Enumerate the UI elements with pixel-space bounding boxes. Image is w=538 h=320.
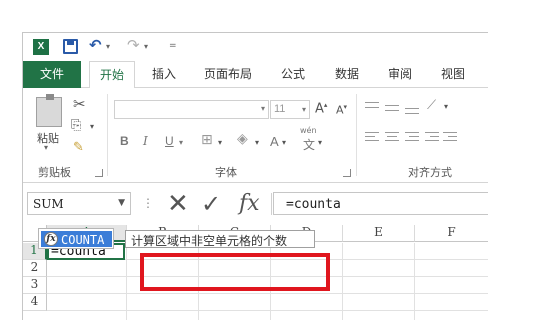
tab-page-layout[interactable]: 页面布局 (195, 61, 261, 88)
cut-icon[interactable]: ✂ (73, 95, 86, 113)
align-top-icon[interactable] (365, 102, 379, 114)
font-group-label: 字体 (215, 167, 237, 179)
tab-review[interactable]: 审阅 (380, 61, 420, 88)
align-middle-icon[interactable] (385, 102, 399, 114)
chevron-down-icon: ▼ (118, 198, 125, 208)
save-icon[interactable] (63, 39, 78, 54)
gridline (47, 310, 488, 311)
decrease-indent-icon[interactable] (425, 132, 439, 144)
align-center-icon[interactable] (385, 132, 399, 144)
align-right-icon[interactable] (405, 132, 419, 144)
undo-dropdown-icon[interactable]: ▾ (106, 42, 110, 51)
redo-icon[interactable]: ↷ (127, 36, 140, 54)
ribbon-tab-bar: 文件 开始 插入 页面布局 公式 数据 审阅 视图 (23, 61, 488, 89)
copy-dropdown-icon[interactable]: ▾ (90, 122, 94, 131)
borders-icon[interactable]: ⊞ (201, 132, 213, 148)
format-painter-icon[interactable]: ✎ (73, 140, 84, 155)
gridline (126, 243, 127, 320)
italic-button[interactable]: I (143, 134, 148, 148)
underline-dropdown-icon[interactable]: ▾ (179, 138, 183, 147)
row-header-2[interactable]: 2 (23, 260, 47, 277)
borders-dropdown-icon[interactable]: ▾ (218, 138, 222, 147)
font-size-value: 11 (274, 103, 286, 115)
paste-dropdown-icon[interactable]: ▾ (44, 143, 48, 152)
formula-bar: SUM ▼ ⋮ ✕ ✓ fx =counta (23, 189, 488, 219)
grow-font-icon[interactable]: A▴ (315, 101, 327, 116)
align-bottom-icon[interactable] (405, 102, 419, 114)
insert-function-button[interactable]: fx (239, 191, 260, 216)
increase-indent-icon[interactable] (443, 132, 457, 144)
fill-color-icon[interactable]: ◈ (237, 131, 248, 147)
name-box-value: SUM (33, 197, 64, 211)
customize-toolbar-icon[interactable]: = (169, 41, 177, 51)
column-header-f[interactable]: F (415, 225, 488, 242)
phonetic-guide-label[interactable]: 文 (303, 136, 315, 153)
orientation-dropdown-icon[interactable]: ▾ (444, 102, 448, 111)
column-header-e[interactable]: E (343, 225, 415, 242)
formula-input[interactable]: =counta (273, 192, 488, 215)
gridline (342, 243, 343, 320)
gridline (414, 243, 415, 320)
font-size-select[interactable]: 11 ▾ (270, 100, 310, 119)
cancel-icon[interactable]: ✕ (167, 189, 189, 219)
chevron-down-icon: ▾ (301, 105, 306, 114)
highlight-box (140, 253, 330, 291)
font-name-select[interactable]: ▾ (114, 100, 269, 119)
underline-button[interactable]: U (165, 134, 174, 148)
autocomplete-item-label: COUNTA (61, 233, 105, 247)
function-tooltip: 计算区域中非空单元格的个数 (125, 230, 315, 248)
group-divider (107, 94, 108, 176)
paste-icon[interactable] (36, 94, 62, 127)
tab-file[interactable]: 文件 (23, 61, 81, 88)
tab-data[interactable]: 数据 (327, 61, 367, 88)
autocomplete-item-counta[interactable]: fx COUNTA (41, 231, 112, 247)
row-header-3[interactable]: 3 (23, 277, 47, 294)
gridline (47, 293, 488, 294)
row-header-4[interactable]: 4 (23, 294, 47, 311)
redo-dropdown-icon[interactable]: ▾ (144, 42, 148, 51)
quick-access-toolbar: X ↶ ▾ ↷ ▾ = (23, 33, 488, 61)
function-icon: fx (44, 232, 58, 246)
shrink-font-icon[interactable]: A▾ (336, 103, 347, 117)
copy-icon[interactable]: ⎘ (71, 118, 81, 133)
ribbon-home: 粘贴 ▾ ✂ ⎘ ▾ ✎ 剪贴板 ▾ 11 ▾ A▴ A▾ B I U ▾ ⊞ … (23, 88, 488, 183)
font-launcher-icon[interactable] (343, 169, 351, 177)
tab-insert[interactable]: 插入 (141, 61, 187, 88)
excel-app-icon: X (33, 39, 49, 55)
divider (271, 193, 272, 215)
bold-button[interactable]: B (120, 134, 129, 148)
orientation-icon[interactable]: ⟋ (427, 98, 436, 113)
tab-view[interactable]: 视图 (433, 61, 473, 88)
font-color-dropdown-icon[interactable]: ▾ (282, 138, 286, 147)
tab-home[interactable]: 开始 (89, 61, 135, 89)
tab-formulas[interactable]: 公式 (273, 61, 313, 88)
phonetic-dropdown-icon[interactable]: ▾ (318, 138, 322, 147)
function-autocomplete-list: fx COUNTA (38, 228, 114, 249)
clipboard-launcher-icon[interactable] (95, 169, 103, 177)
fill-color-dropdown-icon[interactable]: ▾ (255, 138, 259, 147)
chevron-down-icon: ▾ (260, 104, 265, 113)
undo-icon[interactable]: ↶ (89, 36, 102, 54)
group-divider (356, 94, 357, 176)
enter-icon[interactable]: ✓ (201, 190, 221, 218)
clipboard-group-label: 剪贴板 (38, 167, 71, 179)
formula-bar-grip-icon[interactable]: ⋮ (142, 196, 154, 210)
phonetic-guide-icon[interactable]: wén (300, 126, 317, 135)
align-left-icon[interactable] (365, 132, 379, 144)
alignment-group-label: 对齐方式 (408, 167, 452, 179)
font-color-button[interactable]: A (270, 134, 279, 149)
name-box[interactable]: SUM ▼ (27, 192, 131, 215)
